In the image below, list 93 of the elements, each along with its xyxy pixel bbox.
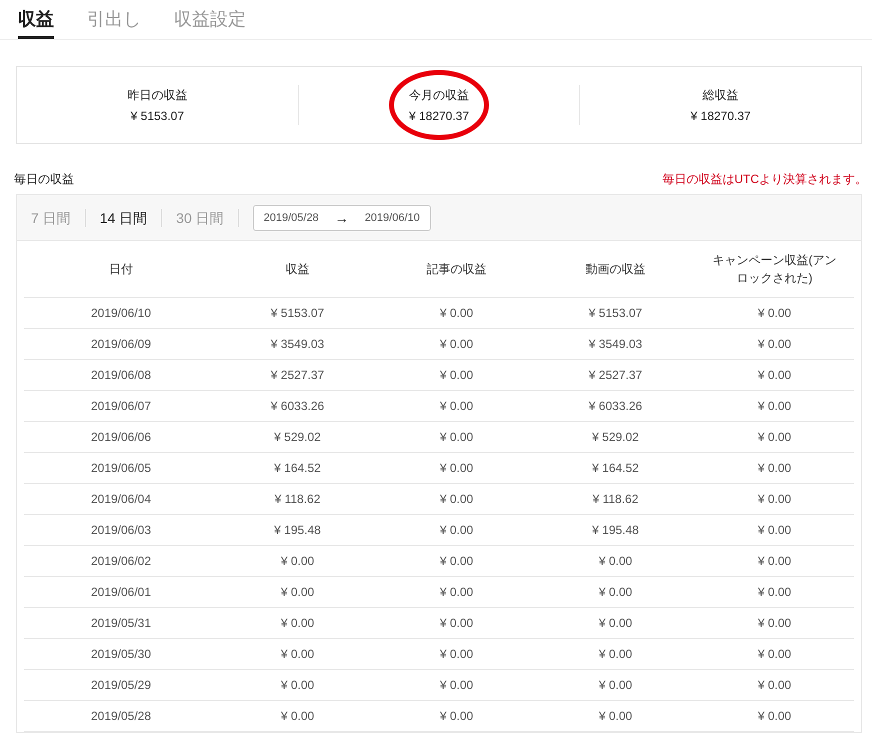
summary-label: 総収益	[702, 87, 739, 104]
table-cell: ¥ 164.52	[536, 452, 695, 484]
table-cell: ¥ 0.00	[218, 700, 377, 732]
table-cell: ¥ 0.00	[536, 608, 695, 638]
table-cell: ¥ 118.62	[536, 484, 695, 514]
summary-label: 今月の収益	[409, 87, 469, 104]
section-title: 毎日の収益	[14, 170, 74, 188]
table-cell: ¥ 0.00	[377, 298, 536, 328]
table-cell: ¥ 0.00	[377, 700, 536, 732]
table-cell: ¥ 0.00	[218, 608, 377, 638]
table-cell: ¥ 0.00	[695, 700, 854, 732]
table-cell: ¥ 0.00	[377, 452, 536, 484]
tab[interactable]: 収益設定	[174, 0, 246, 39]
table-cell: ¥ 0.00	[218, 638, 377, 670]
table-cell: ¥ 0.00	[695, 452, 854, 484]
table-cell: ¥ 529.02	[218, 422, 377, 452]
table-cell: ¥ 529.02	[536, 422, 695, 452]
table-cell: ¥ 0.00	[377, 484, 536, 514]
summary-value: ¥ 5153.07	[130, 109, 184, 123]
table-cell: 2019/06/09	[24, 328, 218, 360]
table-cell: 2019/06/03	[24, 514, 218, 546]
column-header: 動画の収益	[536, 241, 695, 298]
settlement-note: 毎日の収益はUTCより決算されます。	[662, 170, 867, 188]
table-cell: ¥ 0.00	[377, 328, 536, 360]
tab[interactable]: 引出し	[87, 0, 141, 39]
table-cell: ¥ 164.52	[218, 452, 377, 484]
table-cell: ¥ 0.00	[377, 360, 536, 390]
table-cell: 2019/06/08	[24, 360, 218, 390]
summary-label: 昨日の収益	[127, 87, 188, 104]
table-cell: ¥ 3549.03	[218, 328, 377, 360]
summary-value: ¥ 18270.37	[690, 109, 751, 123]
table-cell: ¥ 0.00	[695, 390, 854, 422]
table-cell: ¥ 0.00	[377, 638, 536, 670]
summary-value: ¥ 18270.37	[408, 109, 470, 123]
table-cell: ¥ 0.00	[218, 670, 377, 700]
table-cell: ¥ 0.00	[695, 422, 854, 452]
tab[interactable]: 収益	[18, 0, 54, 39]
table-cell: ¥ 0.00	[377, 390, 536, 422]
table-cell: ¥ 0.00	[377, 670, 536, 700]
table-cell: ¥ 0.00	[218, 576, 377, 608]
table-cell: ¥ 0.00	[377, 576, 536, 608]
table-cell: ¥ 0.00	[695, 608, 854, 638]
column-header: 日付	[24, 241, 218, 298]
table-cell: ¥ 2527.37	[218, 360, 377, 390]
table-cell: ¥ 0.00	[218, 546, 377, 576]
table-cell: ¥ 6033.26	[536, 390, 695, 422]
table-cell: ¥ 0.00	[536, 700, 695, 732]
arrow-icon: →	[334, 210, 349, 226]
table-cell: ¥ 0.00	[377, 546, 536, 576]
table-cell: ¥ 0.00	[536, 546, 695, 576]
table-cell: ¥ 0.00	[695, 670, 854, 700]
table-cell: 2019/06/01	[24, 576, 218, 608]
table-cell: 2019/06/04	[24, 484, 218, 514]
table-cell: ¥ 0.00	[377, 514, 536, 546]
table-cell: ¥ 2527.37	[536, 360, 695, 390]
date-range-field[interactable]: 2019/05/28 → 2019/06/10	[252, 204, 431, 230]
column-header: 収益	[218, 241, 377, 298]
table-cell: ¥ 195.48	[536, 514, 695, 546]
table-cell: ¥ 0.00	[536, 670, 695, 700]
table-cell: ¥ 6033.26	[218, 390, 377, 422]
table-cell: 2019/06/10	[24, 298, 218, 328]
range-tab[interactable]: 14 日間	[100, 208, 162, 226]
table-cell: ¥ 0.00	[695, 298, 854, 328]
range-tab[interactable]: 7 日間	[31, 208, 86, 226]
table-cell: ¥ 5153.07	[218, 298, 377, 328]
column-header: キャンペーン収益(アンロックされた)	[695, 241, 854, 298]
table-cell: ¥ 0.00	[695, 514, 854, 546]
table-cell: ¥ 118.62	[218, 484, 377, 514]
end-date: 2019/06/10	[364, 212, 420, 224]
table-cell: 2019/05/31	[24, 608, 218, 638]
table-cell: ¥ 5153.07	[536, 298, 695, 328]
table-cell: 2019/06/07	[24, 390, 218, 422]
table-cell: 2019/06/05	[24, 452, 218, 484]
table-cell: 2019/05/30	[24, 638, 218, 670]
table-cell: ¥ 0.00	[695, 638, 854, 670]
table-cell: ¥ 0.00	[377, 422, 536, 452]
table-cell: ¥ 3549.03	[536, 328, 695, 360]
table-cell: ¥ 0.00	[695, 546, 854, 576]
table-cell: ¥ 0.00	[695, 576, 854, 608]
table-cell: ¥ 0.00	[695, 484, 854, 514]
table-cell: ¥ 195.48	[218, 514, 377, 546]
column-header: 記事の収益	[377, 241, 536, 298]
table-cell: ¥ 0.00	[377, 608, 536, 638]
table-cell: 2019/06/02	[24, 546, 218, 576]
table-cell: ¥ 0.00	[536, 638, 695, 670]
table-cell: 2019/05/29	[24, 670, 218, 700]
table-cell: ¥ 0.00	[695, 360, 854, 390]
table-cell: 2019/06/06	[24, 422, 218, 452]
start-date: 2019/05/28	[264, 212, 319, 224]
table-cell: ¥ 0.00	[536, 576, 695, 608]
table-cell: ¥ 0.00	[695, 328, 854, 360]
table-cell: 2019/05/28	[24, 700, 218, 732]
range-tab[interactable]: 30 日間	[176, 208, 239, 226]
